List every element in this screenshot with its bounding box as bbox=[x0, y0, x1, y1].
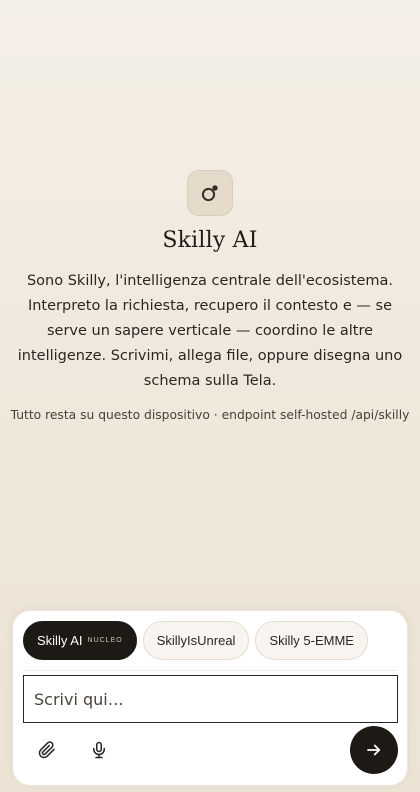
page-title: Skilly AI bbox=[162, 228, 258, 253]
mode-label: Skilly AI bbox=[37, 633, 83, 648]
send-button[interactable] bbox=[350, 726, 398, 774]
welcome-hero: Skilly AI Sono Skilly, l'intelligenza ce… bbox=[0, 170, 420, 422]
mode-skilly-5-emme[interactable]: Skilly 5-EMME bbox=[255, 621, 368, 660]
composer-divider bbox=[23, 670, 397, 671]
intro-text: Sono Skilly, l'intelligenza centrale del… bbox=[17, 273, 403, 389]
paperclip-icon bbox=[38, 741, 55, 759]
attach-button[interactable] bbox=[29, 735, 65, 765]
ring-dot-icon bbox=[201, 185, 218, 202]
mode-skillyisunreal[interactable]: SkillyIsUnreal bbox=[142, 621, 250, 660]
mode-skilly-ai[interactable]: Skilly AI NUCLEO bbox=[23, 621, 137, 660]
skilly-logo bbox=[187, 170, 233, 216]
privacy-note: Tutto resta su questo dispositivo · endp… bbox=[10, 408, 410, 422]
mode-label: SkillyIsUnreal bbox=[156, 633, 236, 648]
message-input[interactable] bbox=[23, 675, 398, 723]
chat-composer: Skilly AI NUCLEO SkillyIsUnreal Skilly 5… bbox=[12, 610, 408, 786]
mode-label: Skilly 5-EMME bbox=[269, 633, 354, 648]
arrow-right-icon bbox=[367, 744, 381, 756]
mode-badge: NUCLEO bbox=[87, 637, 123, 644]
mode-selector: Skilly AI NUCLEO SkillyIsUnreal Skilly 5… bbox=[23, 621, 368, 660]
microphone-button[interactable] bbox=[81, 735, 117, 765]
microphone-icon bbox=[93, 741, 105, 759]
